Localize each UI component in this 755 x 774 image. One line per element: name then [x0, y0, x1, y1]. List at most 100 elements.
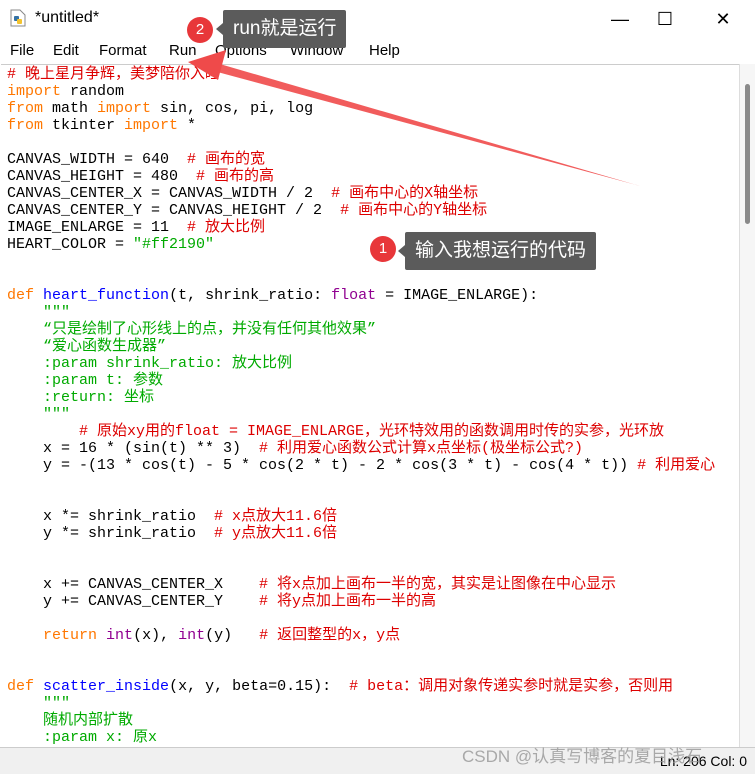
- token-comment: # y点放大11.6倍: [214, 525, 338, 542]
- code-line[interactable]: [7, 644, 715, 661]
- token-comment: # x点放大11.6倍: [214, 508, 338, 525]
- token-string: """: [7, 695, 71, 712]
- code-line[interactable]: “爱心函数生成器”: [7, 338, 715, 355]
- token-string: "#ff2190": [133, 236, 215, 253]
- maximize-button[interactable]: ☐: [645, 6, 685, 32]
- vertical-scrollbar[interactable]: [739, 64, 755, 747]
- code-line[interactable]: # 晚上星月争辉，美梦陪你入睡: [7, 66, 715, 83]
- code-line[interactable]: “只是绘制了心形线上的点，并没有任何其他效果”: [7, 321, 715, 338]
- token-keyword: import: [97, 100, 152, 117]
- code-line[interactable]: def scatter_inside(x, y, beta=0.15): # b…: [7, 678, 715, 695]
- code-line[interactable]: x += CANVAS_CENTER_X # 将x点加上画布一半的宽，其实是让图…: [7, 576, 715, 593]
- menu-edit[interactable]: Edit: [53, 42, 79, 59]
- token-string: 随机内部扩散: [7, 712, 134, 729]
- token-keyword: def: [7, 287, 35, 304]
- python-file-icon: [10, 9, 26, 27]
- code-line[interactable]: """: [7, 695, 715, 712]
- token-code-text: sin, cos, pi, log: [151, 100, 314, 117]
- token-code-text: x = 16 * (sin(t) ** 3): [7, 440, 260, 457]
- token-code-text: math: [43, 100, 98, 117]
- code-line[interactable]: [7, 270, 715, 287]
- token-comment: # 画布的宽: [187, 151, 266, 168]
- token-keyword: def: [7, 678, 35, 695]
- code-line[interactable]: y += CANVAS_CENTER_Y # 将y点加上画布一半的高: [7, 593, 715, 610]
- token-comment: # 将y点加上画布一半的高: [259, 593, 437, 610]
- code-line[interactable]: from math import sin, cos, pi, log: [7, 100, 715, 117]
- token-comment: # 画布的高: [196, 168, 275, 185]
- token-comment: # beta：调用对象传递实参时就是实参，否则用: [349, 678, 674, 695]
- code-line[interactable]: CANVAS_CENTER_Y = CANVAS_HEIGHT / 2 # 画布…: [7, 202, 715, 219]
- code-line[interactable]: :param t: 参数: [7, 372, 715, 389]
- token-code-text: (x),: [133, 627, 179, 644]
- token-code-text: (x, y, beta=0.15):: [169, 678, 350, 695]
- token-comment: # 利用爱心: [637, 457, 716, 474]
- code-line[interactable]: [7, 474, 715, 491]
- annotation-badge-1: 1: [370, 236, 396, 262]
- code-line[interactable]: [7, 253, 715, 270]
- token-comment: # 将x点加上画布一半的宽，其实是让图像在中心显示: [259, 576, 617, 593]
- code-line[interactable]: def heart_function(t, shrink_ratio: floa…: [7, 287, 715, 304]
- code-line[interactable]: CANVAS_CENTER_X = CANVAS_WIDTH / 2 # 画布中…: [7, 185, 715, 202]
- token-code-text: [34, 287, 43, 304]
- code-line[interactable]: [7, 610, 715, 627]
- token-keyword: import: [124, 117, 179, 134]
- token-keyword: return: [43, 627, 98, 644]
- menu-format[interactable]: Format: [99, 42, 147, 59]
- code-text[interactable]: # 晚上星月争辉，美梦陪你入睡 import random from math im…: [7, 66, 715, 746]
- token-string: “爱心函数生成器”: [7, 338, 167, 355]
- code-line[interactable]: 随机内部扩散: [7, 712, 715, 729]
- token-code-text: *: [178, 117, 197, 134]
- menu-bar: File Edit Format Run Options Window Help: [0, 38, 755, 64]
- token-code-text: x *= shrink_ratio: [7, 508, 215, 525]
- token-keyword: from: [7, 100, 44, 117]
- code-line[interactable]: y *= shrink_ratio # y点放大11.6倍: [7, 525, 715, 542]
- code-line[interactable]: :return: 坐标: [7, 389, 715, 406]
- code-line[interactable]: CANVAS_WIDTH = 640 # 画布的宽: [7, 151, 715, 168]
- code-line[interactable]: return int(x), int(y) # 返回整型的x，y点: [7, 627, 715, 644]
- code-line[interactable]: # 原始xy用的float = IMAGE_ENLARGE，光环特效用的函数调用…: [7, 423, 715, 440]
- window-title: *untitled*: [35, 9, 100, 26]
- token-comment: # 原始xy用的float = IMAGE_ENLARGE，光环特效用的函数调用…: [7, 423, 665, 440]
- token-code-text: y = -(13 * cos(t) - 5 * cos(2 * t) - 2 *…: [7, 457, 638, 474]
- token-builtin: float: [331, 287, 377, 304]
- title-bar: *untitled* — ☐ ✕: [0, 0, 755, 38]
- token-string: :param t: 参数: [7, 372, 164, 389]
- code-line[interactable]: [7, 491, 715, 508]
- scrollbar-thumb[interactable]: [745, 84, 750, 224]
- token-string: :param shrink_ratio: 放大比例: [7, 355, 293, 372]
- code-line[interactable]: y = -(13 * cos(t) - 5 * cos(2 * t) - 2 *…: [7, 457, 715, 474]
- code-line[interactable]: x = 16 * (sin(t) ** 3) # 利用爱心函数公式计算x点坐标(…: [7, 440, 715, 457]
- code-line[interactable]: import random: [7, 83, 715, 100]
- token-function-name: scatter_inside: [43, 678, 170, 695]
- menu-run[interactable]: Run: [169, 42, 197, 59]
- close-button[interactable]: ✕: [703, 6, 743, 32]
- token-comment: # 画布中心的Y轴坐标: [340, 202, 488, 219]
- code-line[interactable]: [7, 542, 715, 559]
- token-string: :param x: 原x: [7, 729, 158, 746]
- code-line[interactable]: """: [7, 304, 715, 321]
- code-line[interactable]: [7, 661, 715, 678]
- code-line[interactable]: CANVAS_HEIGHT = 480 # 画布的高: [7, 168, 715, 185]
- token-function-name: heart_function: [43, 287, 170, 304]
- code-line[interactable]: [7, 134, 715, 151]
- code-line[interactable]: x *= shrink_ratio # x点放大11.6倍: [7, 508, 715, 525]
- token-code-text: random: [61, 83, 125, 100]
- token-builtin: int: [106, 627, 134, 644]
- menu-help[interactable]: Help: [369, 42, 400, 59]
- token-code-text: [97, 627, 106, 644]
- minimize-button[interactable]: —: [600, 6, 640, 32]
- code-line[interactable]: HEART_COLOR = "#ff2190": [7, 236, 715, 253]
- code-line[interactable]: """: [7, 406, 715, 423]
- token-comment: # 放大比例: [187, 219, 266, 236]
- token-comment: # 返回整型的x，y点: [259, 627, 401, 644]
- code-line[interactable]: IMAGE_ENLARGE = 11 # 放大比例: [7, 219, 715, 236]
- code-line[interactable]: [7, 559, 715, 576]
- token-code-text: [34, 678, 43, 695]
- code-editor[interactable]: # 晚上星月争辉，美梦陪你入睡 import random from math im…: [1, 64, 739, 748]
- code-line[interactable]: from tkinter import *: [7, 117, 715, 134]
- annotation-tooltip-code: 输入我想运行的代码: [397, 232, 597, 270]
- code-line[interactable]: :param shrink_ratio: 放大比例: [7, 355, 715, 372]
- token-code-text: y += CANVAS_CENTER_Y: [7, 593, 260, 610]
- menu-file[interactable]: File: [10, 42, 34, 59]
- token-keyword: from: [7, 117, 44, 134]
